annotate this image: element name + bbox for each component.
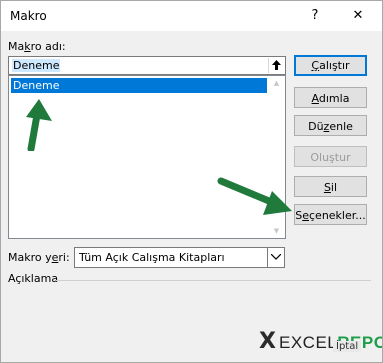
macro-name-label: Makro adı: (8, 40, 66, 53)
macro-dialog: Makro ? ✕ Makro adı: Deneme Deneme ▲ ▼ Ç… (0, 0, 383, 363)
delete-button[interactable]: Sil (294, 176, 367, 197)
macro-location-value: Tüm Açık Calışma Kitapları (79, 251, 225, 264)
macro-name-value: Deneme (12, 59, 61, 72)
scroll-down-icon[interactable]: ▼ (268, 224, 285, 238)
watermark-logo: X EXCELREPO İptal (259, 329, 382, 359)
step-into-button[interactable]: Adımla (294, 87, 367, 108)
create-button: Oluştur (294, 146, 367, 167)
macro-location-select[interactable]: Tüm Açık Calışma Kitapları (74, 247, 285, 268)
options-button[interactable]: Seçenekler... (294, 204, 367, 225)
green-arrow-up-icon (26, 99, 52, 151)
collapse-up-button[interactable] (268, 58, 284, 73)
description-divider (56, 280, 371, 281)
green-arrow-right-icon (217, 177, 292, 215)
list-item[interactable]: Deneme (11, 78, 267, 93)
window-title: Makro (10, 9, 47, 23)
scroll-up-icon[interactable]: ▲ (268, 76, 285, 90)
help-button[interactable]: ? (304, 5, 326, 27)
cancel-button[interactable]: İptal (333, 341, 362, 352)
watermark-text: EXCELREPO (279, 333, 382, 352)
watermark-x-mark: X (259, 329, 276, 354)
macro-location-label: Makro yeri: (8, 251, 70, 264)
edit-button[interactable]: Düzenle (294, 115, 367, 136)
chevron-down-icon[interactable] (267, 248, 284, 267)
description-label: Açıklama (8, 272, 59, 285)
up-arrow-icon (272, 60, 281, 70)
run-button[interactable]: Çalıştır (294, 55, 367, 76)
close-button[interactable]: ✕ (347, 5, 369, 27)
title-bar: Makro ? ✕ (1, 1, 382, 31)
macro-name-input[interactable]: Deneme (8, 56, 286, 75)
